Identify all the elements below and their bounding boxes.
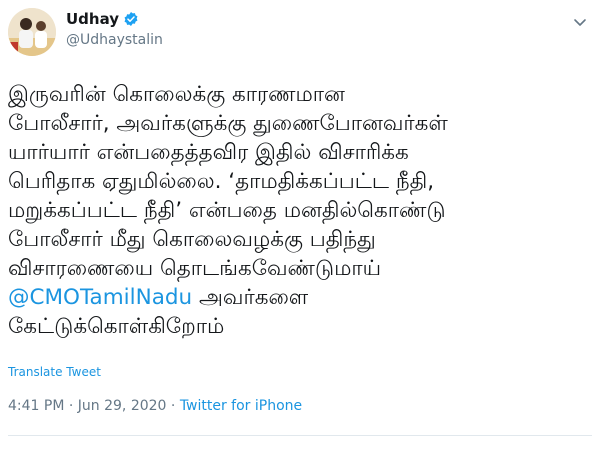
tweet-metadata: 4:41 PM · Jun 29, 2020 · Twitter for iPh… xyxy=(8,398,302,414)
tweet-text-line: மறுக்கப்பட்ட நீதி’ என்பதை மனதில்கொண்டு xyxy=(8,198,446,223)
tweet-text-line: இருவரின் கொலைக்கு காரணமான xyxy=(8,82,345,107)
mention-link[interactable]: @CMOTamilNadu xyxy=(8,285,192,310)
chevron-down-icon[interactable] xyxy=(572,14,588,30)
tweet-time[interactable]: 4:41 PM xyxy=(8,398,64,414)
meta-separator: · xyxy=(166,398,180,414)
tweet-text-line-mention: @CMOTamilNadu அவர்களை xyxy=(8,283,588,312)
tweet-text-line: விசாரணையை தொடங்கவேண்டுமாய் xyxy=(8,256,382,281)
verified-badge-icon xyxy=(124,12,138,26)
author-row: Udhay xyxy=(66,10,139,28)
author-handle[interactable]: @Udhaystalin xyxy=(66,32,163,48)
tweet-text-fragment: அவர்களை xyxy=(192,285,309,310)
meta-separator: · xyxy=(64,398,78,414)
avatar[interactable] xyxy=(8,8,56,56)
tweet-text-line: போலீசார் மீது கொலைவழக்கு பதிந்து xyxy=(8,227,376,252)
author-name[interactable]: Udhay xyxy=(66,10,119,28)
divider xyxy=(8,435,592,436)
tweet-source-link[interactable]: Twitter for iPhone xyxy=(180,398,302,414)
tweet-card: Udhay @Udhaystalin இருவரின் கொலைக்கு கார… xyxy=(0,0,600,450)
tweet-text-line: கேட்டுக்கொள்கிறோம் xyxy=(8,314,225,339)
tweet-text-line: பெரிதாக ஏதுமில்லை. ‘தாமதிக்கப்பட்ட நீதி, xyxy=(8,169,435,194)
tweet-text-line: போலீசார், அவர்களுக்கு துணைபோனவர்கள் xyxy=(8,111,448,136)
tweet-text: இருவரின் கொலைக்கு காரணமான போலீசார், அவர்… xyxy=(8,80,588,341)
tweet-date[interactable]: Jun 29, 2020 xyxy=(78,398,167,414)
tweet-text-line: யார்யார் என்பதைத்தவிர இதில் விசாரிக்க xyxy=(8,140,409,165)
translate-tweet-link[interactable]: Translate Tweet xyxy=(8,365,101,379)
